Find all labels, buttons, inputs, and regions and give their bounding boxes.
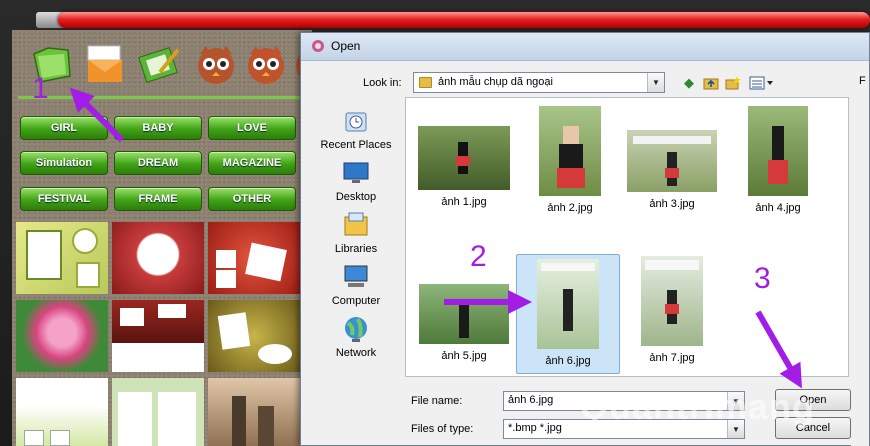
toolbar-divider	[18, 96, 304, 99]
owl-orange-icon[interactable]	[194, 42, 238, 86]
file-name-label: File name:	[411, 395, 463, 407]
dialog-title-bar: Open	[301, 33, 869, 61]
recent-places-icon	[340, 105, 372, 137]
place-label: Computer	[331, 295, 381, 307]
file-name: ảnh 4.jpg	[755, 202, 801, 214]
watermark-text: Quantrimang	[580, 386, 816, 427]
file-name: ảnh 6.jpg	[545, 355, 591, 367]
places-bar: Recent Places Desktop Libraries Computer…	[309, 97, 403, 427]
file-name: ảnh 1.jpg	[441, 196, 487, 208]
file-thumbnail	[418, 126, 510, 190]
network-globe-icon	[340, 313, 372, 345]
place-libraries[interactable]: Libraries	[309, 209, 403, 255]
category-simulation-button[interactable]: Simulation	[20, 151, 108, 175]
place-network[interactable]: Network	[309, 313, 403, 359]
frame-thumbnail[interactable]	[16, 378, 108, 446]
category-magazine-button[interactable]: MAGAZINE	[208, 151, 296, 175]
desktop-icon	[340, 157, 372, 189]
folder-icon	[419, 77, 432, 88]
look-in-label: Look in:	[363, 77, 402, 89]
computer-icon	[340, 261, 372, 293]
category-dream-button[interactable]: DREAM	[114, 151, 202, 175]
frame-thumbnail[interactable]	[208, 300, 300, 372]
file-thumbnail	[537, 259, 599, 349]
category-frame-button[interactable]: FRAME	[114, 187, 202, 211]
file-type-label: Files of type:	[411, 423, 474, 435]
frame-thumbnail[interactable]	[112, 378, 204, 446]
file-thumbnail	[539, 106, 601, 196]
file-name: ảnh 2.jpg	[547, 202, 593, 214]
frame-thumbnail[interactable]	[112, 300, 204, 372]
view-menu-icon[interactable]	[749, 75, 775, 91]
edit-frame-icon[interactable]	[138, 42, 182, 86]
file-list: ảnh 1.jpg ảnh 2.jpg ảnh 3.jpg ảnh 4.jpg …	[405, 97, 849, 377]
place-label: Libraries	[334, 243, 378, 255]
place-label: Network	[335, 347, 377, 359]
place-computer[interactable]: Computer	[309, 261, 403, 307]
file-thumbnail	[419, 284, 509, 344]
file-thumbnail	[627, 130, 717, 192]
back-arrow-icon[interactable]: ◆	[681, 75, 697, 91]
envelope-icon[interactable]	[84, 42, 128, 86]
file-item-selected[interactable]: ảnh 6.jpg	[516, 254, 620, 374]
look-in-value: ảnh mẫu chụp dã ngoại	[438, 76, 553, 88]
file-item[interactable]: ảnh 7.jpg	[620, 256, 724, 374]
look-in-dropdown[interactable]: ảnh mẫu chụp dã ngoại ▼	[413, 72, 665, 93]
frame-thumbnail[interactable]	[16, 300, 108, 372]
category-baby-button[interactable]: BABY	[114, 116, 202, 140]
open-file-dialog: Open Look in: ảnh mẫu chụp dã ngoại ▼ ◆ …	[300, 32, 870, 446]
file-name: ảnh 5.jpg	[441, 350, 487, 362]
libraries-icon	[340, 209, 372, 241]
file-name: ảnh 3.jpg	[649, 198, 695, 210]
file-type-value: *.bmp *.jpg	[508, 422, 562, 434]
category-love-button[interactable]: LOVE	[208, 116, 296, 140]
app-icon	[311, 39, 325, 53]
chevron-down-icon[interactable]: ▼	[647, 73, 664, 92]
file-item[interactable]: ảnh 1.jpg	[412, 106, 516, 226]
step-number: 3	[754, 262, 771, 295]
place-label: Desktop	[335, 191, 377, 203]
frame-thumbnail[interactable]	[112, 222, 204, 294]
file-item[interactable]: ảnh 3.jpg	[620, 106, 724, 226]
file-item[interactable]: ảnh 5.jpg	[412, 256, 516, 374]
category-other-button[interactable]: OTHER	[208, 187, 296, 211]
app-title-bar	[58, 12, 870, 28]
file-name-value: ảnh 6.jpg	[508, 394, 554, 406]
file-item[interactable]: ảnh 2.jpg	[518, 106, 622, 226]
place-label: Recent Places	[320, 139, 392, 151]
up-folder-icon[interactable]	[703, 75, 719, 91]
dialog-title: Open	[331, 39, 361, 53]
file-name: ảnh 7.jpg	[649, 352, 695, 364]
owl-red-icon[interactable]	[244, 42, 288, 86]
step-number: 2	[470, 240, 487, 273]
step-number: 1	[32, 72, 49, 105]
frame-thumbnail[interactable]	[208, 222, 300, 294]
frame-thumbnail[interactable]	[16, 222, 108, 294]
place-desktop[interactable]: Desktop	[309, 157, 403, 203]
preview-label: F	[859, 75, 866, 87]
file-thumbnail	[748, 106, 808, 196]
category-festival-button[interactable]: FESTIVAL	[20, 187, 108, 211]
file-item[interactable]: ảnh 4.jpg	[726, 106, 830, 226]
category-girl-button[interactable]: GIRL	[20, 116, 108, 140]
file-thumbnail	[641, 256, 703, 346]
new-folder-icon[interactable]	[725, 75, 741, 91]
place-recent-places[interactable]: Recent Places	[309, 105, 403, 151]
preview-pane: F	[851, 63, 869, 446]
frame-thumbnail[interactable]	[208, 378, 300, 446]
